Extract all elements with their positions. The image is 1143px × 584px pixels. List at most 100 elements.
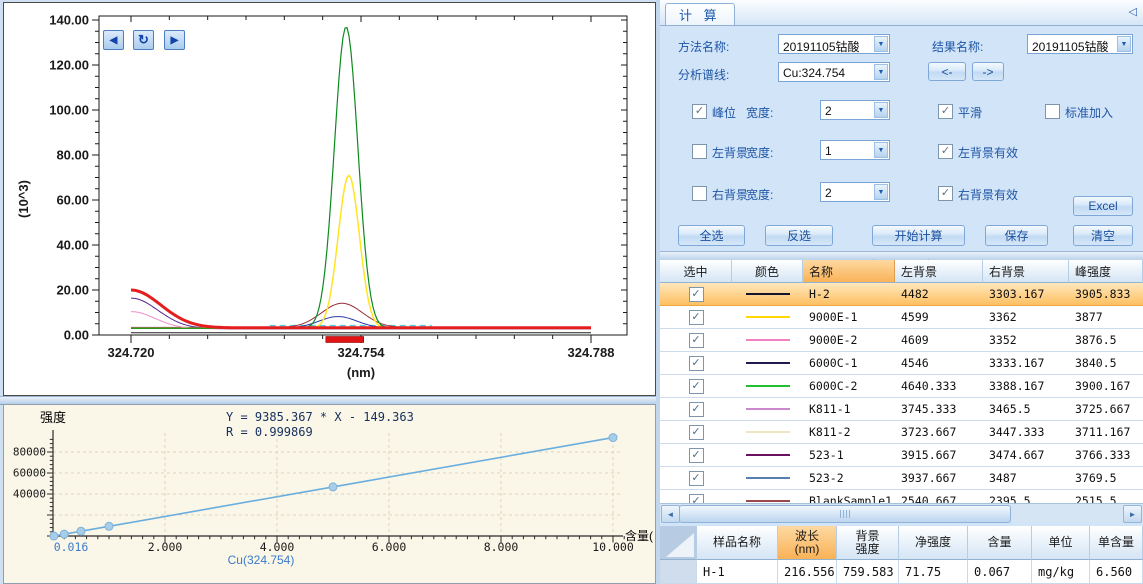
- excel-button[interactable]: Excel: [1073, 196, 1133, 216]
- column-header-sample-name[interactable]: 样品名称: [697, 526, 778, 560]
- table-row[interactable]: K811-13745.3333465.53725.667: [660, 398, 1143, 421]
- scrollbar-thumb[interactable]: [679, 505, 1011, 523]
- column-header-bg-intensity[interactable]: 背景 强度: [837, 526, 899, 560]
- left-bg-label: 左背景: [712, 144, 748, 161]
- column-header-net-intensity[interactable]: 净强度: [899, 526, 968, 560]
- column-header-peak[interactable]: 峰强度: [1069, 260, 1143, 283]
- row-checkbox[interactable]: [689, 287, 704, 302]
- start-calculation-button[interactable]: 开始计算: [872, 225, 965, 246]
- table-row[interactable]: 523-23937.66734873769.5: [660, 467, 1143, 490]
- analysis-line-label: 分析谱线:: [678, 66, 729, 83]
- clear-button[interactable]: 清空: [1073, 225, 1133, 246]
- right-bg-checkbox[interactable]: [692, 186, 707, 201]
- svg-text:含量(: 含量(: [625, 528, 653, 543]
- right-bg-valid-checkbox[interactable]: [938, 186, 953, 201]
- table-row[interactable]: 9000E-1459933623877: [660, 306, 1143, 329]
- row-checkbox[interactable]: [689, 448, 704, 463]
- table-row[interactable]: H-244823303.1673905.833: [660, 283, 1143, 306]
- horizontal-scrollbar[interactable]: ◄ ►: [660, 503, 1143, 522]
- row-checkbox[interactable]: [689, 379, 704, 394]
- left-bg-width-select[interactable]: 1 ▼: [820, 140, 890, 160]
- prev-line-button[interactable]: <-: [928, 62, 966, 81]
- chart-next-button[interactable]: ▶: [164, 30, 185, 50]
- cell-selected: [660, 467, 732, 489]
- peak-width-select[interactable]: 2 ▼: [820, 100, 890, 120]
- series-color-swatch: [746, 339, 790, 341]
- smooth-label: 平滑: [958, 104, 982, 121]
- table-row[interactable]: 523-13915.6673474.6673766.333: [660, 444, 1143, 467]
- column-header-unit[interactable]: 单位: [1032, 526, 1090, 560]
- chevron-down-icon[interactable]: ▼: [874, 102, 888, 118]
- invert-selection-button[interactable]: 反选: [765, 225, 833, 246]
- standard-addition-checkbox[interactable]: [1045, 104, 1060, 119]
- left-bg-checkbox[interactable]: [692, 144, 707, 159]
- column-header-unit-content[interactable]: 单含量: [1090, 526, 1143, 560]
- cell-right-bg: 3362: [983, 306, 1069, 328]
- select-all-button[interactable]: 全选: [678, 225, 745, 246]
- cell-name: 6000C-1: [803, 352, 895, 374]
- cell-color: [732, 352, 803, 374]
- svg-text:100.00: 100.00: [49, 103, 89, 118]
- result-name-select[interactable]: 20191105钴酸 ▼: [1027, 34, 1133, 54]
- peak-position-checkbox[interactable]: [692, 104, 707, 119]
- results-table-header: 选中 颜色 名称 左背景 右背景 峰强度: [660, 260, 1143, 283]
- tab-strip: 计 算 ◁: [660, 0, 1143, 26]
- cell-color: [732, 283, 803, 305]
- next-line-button[interactable]: ->: [972, 62, 1004, 81]
- calculation-panel: 计 算 ◁ 方法名称: 20191105钴酸 ▼ 结果名称: 20191105钴…: [660, 0, 1143, 584]
- row-checkbox[interactable]: [689, 356, 704, 371]
- standard-addition-label: 标准加入: [1065, 104, 1113, 121]
- chevron-down-icon[interactable]: ▼: [874, 36, 888, 52]
- table-row[interactable]: K811-23723.6673447.3333711.167: [660, 421, 1143, 444]
- row-checkbox[interactable]: [689, 425, 704, 440]
- collapse-panel-icon[interactable]: ◁: [1129, 5, 1137, 18]
- column-header-left-bg[interactable]: 左背景: [895, 260, 983, 283]
- chevron-down-icon[interactable]: ▼: [874, 142, 888, 158]
- cell-selected: [660, 352, 732, 374]
- table-row[interactable]: 9000E-2460933523876.5: [660, 329, 1143, 352]
- save-button[interactable]: 保存: [985, 225, 1048, 246]
- cell-right-bg: 3388.167: [983, 375, 1069, 397]
- table-row[interactable]: 6000C-145463333.1673840.5: [660, 352, 1143, 375]
- column-header-right-bg[interactable]: 右背景: [983, 260, 1069, 283]
- chevron-down-icon[interactable]: ▼: [874, 64, 888, 80]
- svg-text:8.000: 8.000: [484, 540, 519, 554]
- column-header-color[interactable]: 颜色: [732, 260, 803, 283]
- cell-color: [732, 306, 803, 328]
- cell-right-bg: 3474.667: [983, 444, 1069, 466]
- scroll-right-button[interactable]: ►: [1123, 505, 1142, 523]
- results-table: 选中 颜色 名称 左背景 右背景 峰强度 H-244823303.1673905…: [660, 260, 1143, 513]
- tab-calculate[interactable]: 计 算: [665, 3, 735, 25]
- series-color-swatch: [746, 316, 790, 318]
- smooth-checkbox[interactable]: [938, 104, 953, 119]
- svg-text:2.000: 2.000: [148, 540, 183, 554]
- svg-text:324.788: 324.788: [567, 345, 614, 360]
- right-bg-width-select[interactable]: 2 ▼: [820, 182, 890, 202]
- column-header-content[interactable]: 含量: [968, 526, 1032, 560]
- svg-text:80.00: 80.00: [56, 148, 89, 163]
- column-header-wavelength[interactable]: 波长 (nm): [778, 526, 837, 560]
- chart-refresh-button[interactable]: ↻: [133, 30, 154, 50]
- cell-selected: [660, 375, 732, 397]
- chevron-down-icon[interactable]: ▼: [874, 184, 888, 200]
- row-checkbox[interactable]: [689, 310, 704, 325]
- method-name-select[interactable]: 20191105钴酸 ▼: [778, 34, 890, 54]
- scroll-left-icon: ◄: [667, 510, 675, 519]
- sample-table-row[interactable]: H-1 216.556 759.583 71.75 0.067 mg/kg 6.…: [660, 560, 1143, 584]
- cell-peak: 3905.833: [1069, 283, 1143, 305]
- chevron-down-icon[interactable]: ▼: [1117, 36, 1131, 52]
- scroll-right-icon: ►: [1129, 510, 1137, 519]
- column-header-name[interactable]: 名称: [803, 260, 895, 283]
- left-bg-valid-checkbox[interactable]: [938, 144, 953, 159]
- column-header-selected[interactable]: 选中: [660, 260, 732, 283]
- scroll-left-button[interactable]: ◄: [661, 505, 680, 523]
- row-checkbox[interactable]: [689, 402, 704, 417]
- chart-prev-button[interactable]: ◀: [103, 30, 124, 50]
- row-checkbox[interactable]: [689, 333, 704, 348]
- row-checkbox[interactable]: [689, 471, 704, 486]
- cell-peak: 3769.5: [1069, 467, 1143, 489]
- analysis-line-select[interactable]: Cu:324.754 ▼: [778, 62, 890, 82]
- cell-left-bg: 4640.333: [895, 375, 983, 397]
- cell-left-bg: 4546: [895, 352, 983, 374]
- table-row[interactable]: 6000C-24640.3333388.1673900.167: [660, 375, 1143, 398]
